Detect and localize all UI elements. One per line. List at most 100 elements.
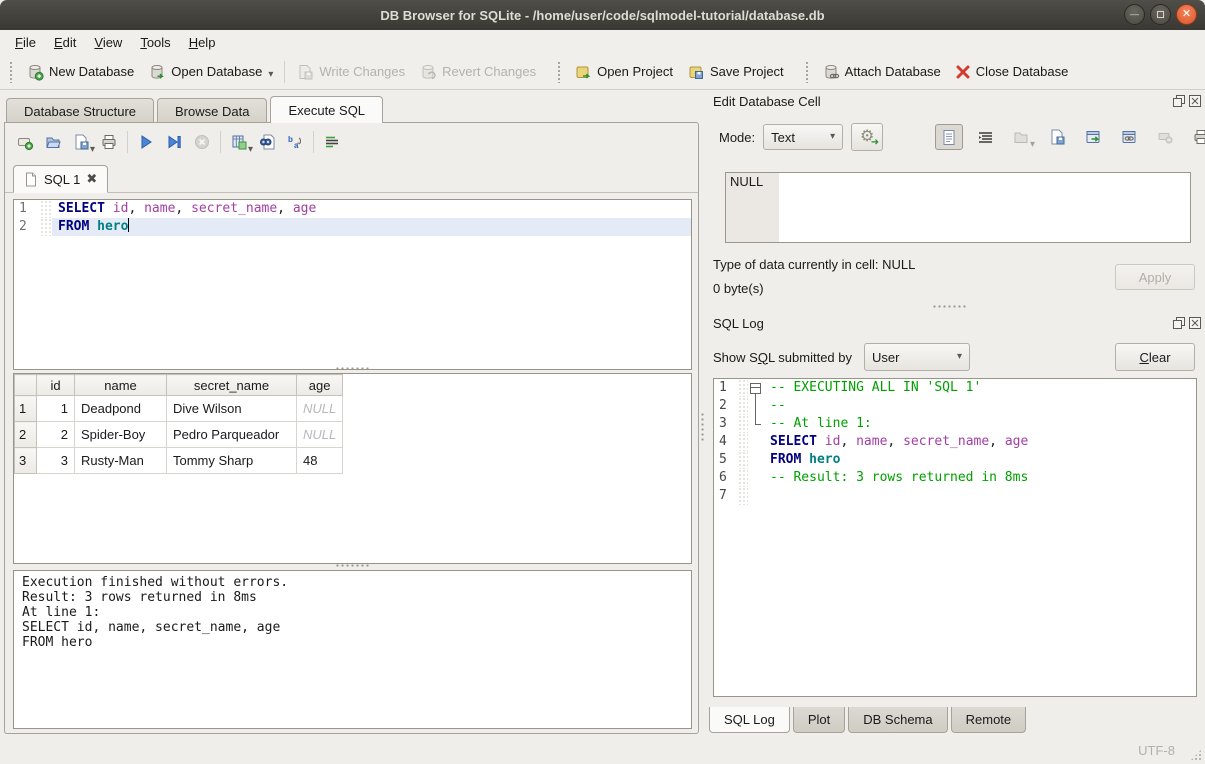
database-attach-icon — [822, 63, 840, 81]
open-sql-file-button[interactable] — [39, 129, 67, 155]
dock-close-icon[interactable] — [1189, 95, 1201, 107]
link-data-button[interactable] — [1115, 124, 1143, 150]
word-wrap-button[interactable] — [318, 129, 346, 155]
table-cell[interactable]: 1 — [37, 396, 75, 422]
clear-log-button[interactable]: Clear — [1115, 343, 1195, 371]
import-icon — [1012, 128, 1030, 146]
code-line[interactable]: 2-- — [714, 397, 1196, 415]
column-header-age[interactable]: age — [297, 375, 343, 396]
table-cell[interactable]: Rusty-Man — [75, 448, 167, 474]
titlebar[interactable]: DB Browser for SQLite - /home/user/code/… — [0, 0, 1205, 30]
export-cell-data-button[interactable] — [1043, 124, 1071, 150]
find-button[interactable] — [253, 129, 281, 155]
set-null-button — [1151, 124, 1179, 150]
code-line[interactable]: 6-- Result: 3 rows returned in 8ms — [714, 469, 1196, 487]
maximize-button[interactable] — [1150, 4, 1171, 25]
table-cell[interactable]: Spider-Boy — [75, 422, 167, 448]
sql-code-editor[interactable]: 1SELECT id, name, secret_name, age2FROM … — [13, 199, 692, 370]
text-mode-button[interactable] — [935, 124, 963, 150]
table-cell[interactable]: Tommy Sharp — [167, 448, 297, 474]
tab-browse-data[interactable]: Browse Data — [157, 98, 267, 123]
print-sql-button[interactable] — [95, 129, 123, 155]
submitter-select[interactable]: User ▾ — [864, 343, 970, 371]
cell-value-editor[interactable]: NULL — [725, 172, 1191, 243]
sql-log-view[interactable]: 1-- EXECUTING ALL IN 'SQL 1'2--3-- At li… — [713, 378, 1197, 697]
attach-database-button[interactable]: Attach Database — [815, 59, 948, 85]
mode-select[interactable]: Text ▾ — [763, 124, 843, 150]
code-line[interactable]: 1SELECT id, name, secret_name, age — [14, 200, 691, 218]
menu-view[interactable]: View — [85, 33, 131, 52]
format-sql-button[interactable]: b a — [281, 129, 309, 155]
open-in-external-button[interactable] — [1079, 124, 1107, 150]
splitter-handle[interactable] — [335, 366, 369, 371]
new-database-button[interactable]: New Database — [19, 59, 141, 85]
sql-tab[interactable]: SQL 1 ✖ — [13, 165, 108, 193]
toolbar-drag-handle[interactable] — [557, 61, 562, 83]
tab-db-schema[interactable]: DB Schema — [848, 707, 947, 733]
column-header-id[interactable]: id — [37, 375, 75, 396]
print-cell-button[interactable] — [1187, 124, 1205, 150]
save-sql-file-button[interactable]: ▾ — [67, 129, 95, 155]
code-line[interactable]: 7 — [714, 487, 1196, 505]
column-header-name[interactable]: name — [75, 375, 167, 396]
statusbar: UTF-8 — [0, 736, 1205, 764]
execute-all-button[interactable] — [132, 129, 160, 155]
fold-marker[interactable] — [748, 379, 764, 397]
table-cell[interactable]: NULL — [297, 422, 343, 448]
tab-database-structure[interactable]: Database Structure — [6, 98, 154, 123]
button-label: Revert Changes — [442, 64, 536, 79]
code-line[interactable]: 3-- At line 1: — [714, 415, 1196, 433]
encoding-indicator[interactable]: UTF-8 — [1138, 743, 1175, 758]
toolbar-drag-handle[interactable] — [9, 61, 14, 83]
code-line[interactable]: 2FROM hero — [14, 218, 691, 236]
table-cell[interactable]: 3 — [37, 448, 75, 474]
code-line[interactable]: 5FROM hero — [714, 451, 1196, 469]
tab-remote[interactable]: Remote — [951, 707, 1027, 733]
auto-apply-button[interactable]: ⚙ ➜ — [851, 123, 883, 151]
resize-grip[interactable] — [1190, 749, 1202, 761]
menu-help[interactable]: Help — [180, 33, 225, 52]
code-text: -- — [764, 397, 1196, 415]
menu-file[interactable]: File — [6, 33, 45, 52]
splitter-handle[interactable] — [335, 563, 369, 568]
execute-line-button[interactable] — [160, 129, 188, 155]
open-project-button[interactable]: Open Project — [567, 59, 680, 85]
menu-tools[interactable]: Tools — [131, 33, 179, 52]
cell-word-wrap-button[interactable] — [971, 124, 999, 150]
dock-close-icon[interactable] — [1189, 317, 1201, 329]
tab-sql-log[interactable]: SQL Log — [709, 707, 790, 733]
table-cell[interactable]: Dive Wilson — [167, 396, 297, 422]
table-cell[interactable]: Pedro Parqueador — [167, 422, 297, 448]
close-database-button[interactable]: Close Database — [948, 60, 1076, 84]
line-number: 5 — [714, 451, 738, 469]
save-results-button[interactable]: ▾ — [225, 129, 253, 155]
close-button[interactable]: ✕ — [1176, 4, 1197, 25]
dock-splitter-handle[interactable] — [932, 304, 966, 309]
code-line[interactable]: 1-- EXECUTING ALL IN 'SQL 1' — [714, 379, 1196, 397]
panel-splitter-handle[interactable] — [700, 412, 705, 442]
row-header[interactable]: 3 — [15, 448, 37, 474]
minimize-button[interactable]: — — [1124, 4, 1145, 25]
close-tab-icon[interactable]: ✖ — [86, 171, 97, 187]
new-sql-tab-button[interactable] — [11, 129, 39, 155]
row-header[interactable]: 1 — [15, 396, 37, 422]
table-cell[interactable]: 2 — [37, 422, 75, 448]
dropdown-caret-icon[interactable]: ▾ — [268, 70, 273, 80]
code-line[interactable]: 4SELECT id, name, secret_name, age — [714, 433, 1196, 451]
column-header-secret_name[interactable]: secret_name — [167, 375, 297, 396]
open-database-button[interactable]: Open Database ▾ — [141, 59, 280, 85]
table-cell[interactable]: 48 — [297, 448, 343, 474]
toolbar-drag-handle[interactable] — [805, 61, 810, 83]
row-header[interactable]: 2 — [15, 422, 37, 448]
table-cell[interactable]: Deadpond — [75, 396, 167, 422]
toolbar-separator — [284, 61, 285, 83]
tab-plot[interactable]: Plot — [793, 707, 845, 733]
button-label: Attach Database — [845, 64, 941, 79]
dock-float-icon[interactable] — [1173, 95, 1185, 107]
tab-execute-sql[interactable]: Execute SQL — [270, 96, 383, 123]
dock-float-icon[interactable] — [1173, 317, 1185, 329]
menu-edit[interactable]: Edit — [45, 33, 85, 52]
table-cell[interactable]: NULL — [297, 396, 343, 422]
save-project-button[interactable]: Save Project — [680, 59, 791, 85]
corner-header[interactable] — [15, 375, 37, 396]
